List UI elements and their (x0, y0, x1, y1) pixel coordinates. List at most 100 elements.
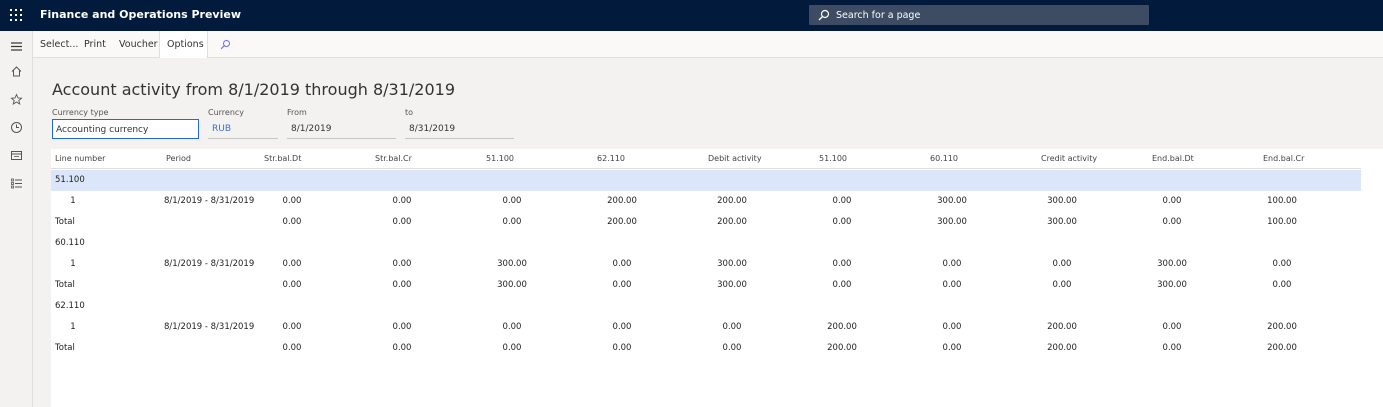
value-cell: 0.00 (612, 343, 632, 353)
column-header[interactable]: 60.110 (930, 154, 958, 163)
value-cell: 0.00 (282, 280, 302, 290)
currency-type-field[interactable]: Accounting currency (52, 119, 199, 139)
options-label: Options (167, 39, 204, 50)
value-cell: 200.00 (717, 217, 747, 227)
column-header[interactable]: 51.100 (486, 154, 514, 163)
value-cell: 200.00 (607, 196, 637, 206)
value-cell: 200.00 (1267, 343, 1297, 353)
page-title: Account activity from 8/1/2019 through 8… (52, 80, 456, 99)
value-cell: 0.00 (832, 280, 852, 290)
top-bar: Finance and Operations Preview Search fo… (0, 0, 1383, 31)
clock-icon[interactable] (10, 121, 23, 134)
total-label: Total (55, 217, 75, 227)
star-icon[interactable] (10, 93, 23, 106)
home-icon[interactable] (10, 65, 23, 78)
value-cell: 0.00 (942, 280, 962, 290)
to-date-field[interactable]: 8/31/2019 (405, 119, 514, 139)
group-row[interactable]: 51.100 (51, 170, 1361, 191)
column-header[interactable]: 62.110 (597, 154, 625, 163)
options-tab[interactable]: Options (159, 31, 208, 58)
value-cell: 200.00 (717, 196, 747, 206)
value-cell: 0.00 (612, 322, 632, 332)
account-number: 62.110 (55, 301, 85, 311)
search-placeholder: Search for a page (836, 10, 921, 21)
value-cell: 0.00 (832, 196, 852, 206)
column-header[interactable]: Period (166, 154, 191, 163)
currency-label: Currency (208, 108, 245, 117)
column-header[interactable]: Line number (55, 154, 105, 163)
value-cell: 300.00 (937, 217, 967, 227)
table-row[interactable]: 1 8/1/2019 - 8/31/2019 0.00 0.00 300.00 0.00 3… (51, 254, 1361, 275)
value-cell: 100.00 (1267, 196, 1297, 206)
column-header[interactable]: Str.bal.Cr (375, 154, 412, 163)
search-icon (818, 9, 830, 21)
value-cell: 0.00 (942, 259, 962, 269)
column-header[interactable]: End.bal.Cr (1263, 154, 1304, 163)
value-cell: 0.00 (612, 259, 632, 269)
currency-field[interactable]: RUB (208, 119, 278, 139)
value-cell: 0.00 (502, 196, 522, 206)
value-cell: 0.00 (392, 217, 412, 227)
value-cell: 0.00 (1272, 259, 1292, 269)
to-label: to (405, 108, 414, 117)
value-cell: 0.00 (502, 217, 522, 227)
value-cell: 0.00 (1162, 322, 1182, 332)
workspaces-icon[interactable] (10, 149, 23, 162)
value-cell: 0.00 (282, 322, 302, 332)
value-cell: 0.00 (942, 343, 962, 353)
line-number: 1 (70, 259, 76, 269)
value-cell: 0.00 (612, 280, 632, 290)
column-header[interactable]: End.bal.Dt (1152, 154, 1194, 163)
column-header[interactable]: 51.100 (819, 154, 847, 163)
total-row[interactable]: Total 0.00 0.00 300.00 0.00 300.00 0.00 0.00 0.0… (51, 275, 1361, 296)
table-row[interactable]: 1 8/1/2019 - 8/31/2019 0.00 0.00 0.00 0.00 0.0… (51, 317, 1361, 338)
table-row[interactable]: 1 8/1/2019 - 8/31/2019 0.00 0.00 0.00 200.00 2… (51, 191, 1361, 212)
select-button[interactable]: Select... (40, 39, 78, 50)
value-cell: 0.00 (1052, 280, 1072, 290)
left-nav (0, 31, 33, 407)
voucher-button[interactable]: Voucher (119, 39, 158, 50)
value-cell: 0.00 (282, 343, 302, 353)
value-cell: 0.00 (1162, 196, 1182, 206)
from-date-field[interactable]: 8/1/2019 (287, 119, 396, 139)
account-number: 51.100 (55, 175, 85, 185)
search-box[interactable]: Search for a page (809, 5, 1149, 25)
search-icon[interactable] (220, 39, 231, 50)
value-cell: 0.00 (392, 280, 412, 290)
value-cell: 300.00 (1157, 280, 1187, 290)
hamburger-icon[interactable] (10, 40, 23, 53)
value-cell: 200.00 (1267, 322, 1297, 332)
app-launcher-icon[interactable] (10, 9, 22, 21)
column-header[interactable]: Credit activity (1041, 154, 1097, 163)
print-button[interactable]: Print (84, 39, 106, 50)
value-cell: 300.00 (497, 259, 527, 269)
value-cell: 0.00 (282, 196, 302, 206)
period-cell: 8/1/2019 - 8/31/2019 (164, 322, 255, 332)
value-cell: 0.00 (1052, 259, 1072, 269)
line-number: 1 (70, 196, 76, 206)
value-cell: 0.00 (392, 343, 412, 353)
value-cell: 300.00 (1157, 259, 1187, 269)
column-header[interactable]: Debit activity (708, 154, 762, 163)
value-cell: 300.00 (1047, 196, 1077, 206)
value-cell: 0.00 (1272, 280, 1292, 290)
total-row[interactable]: Total 0.00 0.00 0.00 200.00 200.00 0.00 300.00 3… (51, 212, 1361, 233)
line-number: 1 (70, 322, 76, 332)
total-label: Total (55, 343, 75, 353)
modules-icon[interactable] (10, 177, 23, 190)
period-cell: 8/1/2019 - 8/31/2019 (164, 259, 255, 269)
value-cell: 0.00 (832, 217, 852, 227)
total-row[interactable]: Total 0.00 0.00 0.00 0.00 0.00 200.00 0.00 200.0… (51, 338, 1361, 359)
value-cell: 0.00 (1162, 343, 1182, 353)
grid-header: Line number Period Str.bal.Dt Str.bal.Cr… (51, 149, 1361, 169)
currency-type-label: Currency type (52, 108, 109, 117)
app-title[interactable]: Finance and Operations Preview (40, 8, 241, 21)
value-cell: 200.00 (607, 217, 637, 227)
value-cell: 300.00 (937, 196, 967, 206)
value-cell: 300.00 (497, 280, 527, 290)
group-row[interactable]: 60.110 (51, 233, 1361, 254)
value-cell: 300.00 (717, 259, 747, 269)
group-row[interactable]: 62.110 (51, 296, 1361, 317)
value-cell: 0.00 (392, 196, 412, 206)
column-header[interactable]: Str.bal.Dt (264, 154, 301, 163)
